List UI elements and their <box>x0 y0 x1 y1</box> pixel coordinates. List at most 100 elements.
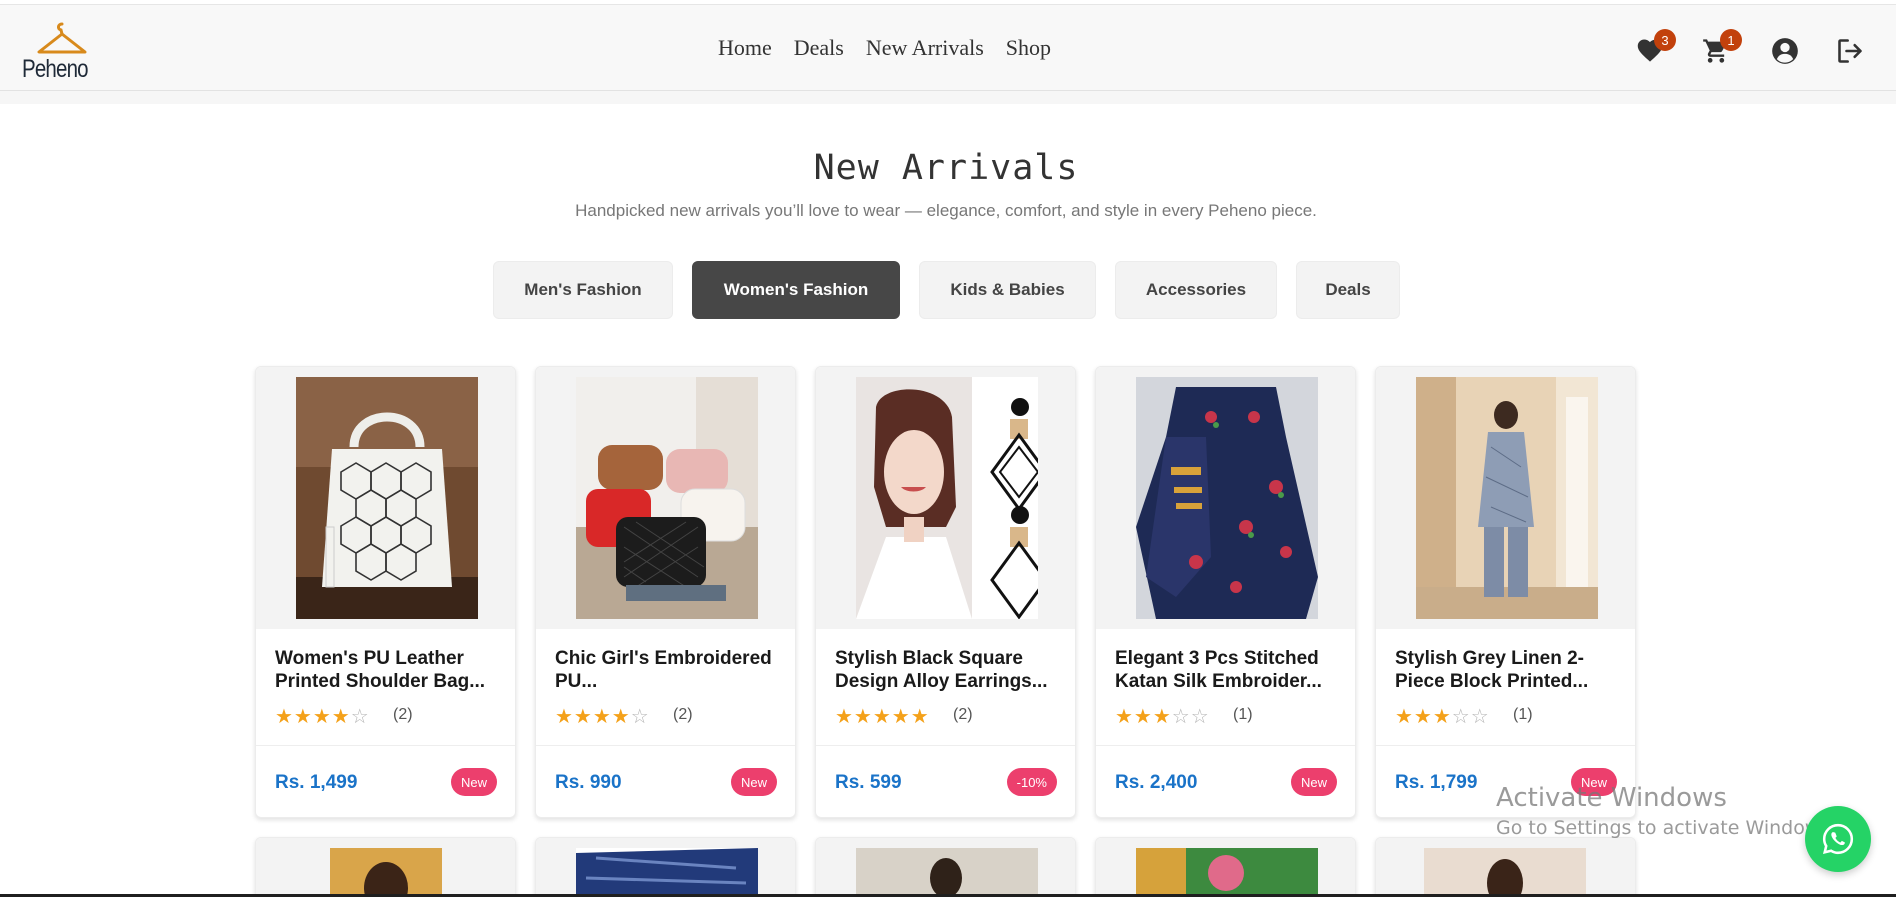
star-rating: ★★★★☆ <box>555 704 650 729</box>
windows-activation-watermark: Activate Windows Go to Settings to activ… <box>1496 783 1836 839</box>
product-card[interactable]: Stylish Grey Linen 2-Piece Block Printed… <box>1375 366 1636 818</box>
product-image[interactable] <box>330 848 442 896</box>
product-price: Rs. 599 <box>835 772 902 793</box>
tab-deals[interactable]: Deals <box>1296 261 1400 319</box>
review-count: (1) <box>1513 706 1533 723</box>
product-name[interactable]: Elegant 3 Pcs Stitched Katan Silk Embroi… <box>1115 647 1340 693</box>
star-filled-icon: ★★★ <box>1395 706 1452 728</box>
star-filled-icon: ★★★★★ <box>835 706 930 728</box>
product-badge: New <box>730 768 777 796</box>
product-card[interactable] <box>255 837 516 897</box>
product-price: Rs. 1,799 <box>1395 772 1478 793</box>
product-image[interactable] <box>1136 848 1318 896</box>
logo-text: Peheno <box>22 55 89 83</box>
product-image[interactable] <box>576 848 758 896</box>
product-image-area <box>256 367 515 629</box>
star-filled-icon: ★★★★ <box>275 706 351 728</box>
section-subtitle: Handpicked new arrivals you’ll love to w… <box>575 201 1317 220</box>
product-image-area <box>816 367 1075 629</box>
review-count: (2) <box>953 706 973 723</box>
product-card[interactable]: Stylish Black Square Design Alloy Earrin… <box>815 366 1076 818</box>
product-image-area <box>256 838 515 896</box>
whatsapp-button[interactable] <box>1805 806 1871 872</box>
watermark-line-2: Go to Settings to activate Windows. <box>1496 817 1837 839</box>
product-card[interactable] <box>815 837 1076 897</box>
product-card[interactable]: Chic Girl's Embroidered PU... ★★★★☆ (2) … <box>535 366 796 818</box>
star-rating: ★★★☆☆ <box>1115 704 1210 729</box>
nav-new-arrivals[interactable]: New Arrivals <box>866 35 984 61</box>
product-name[interactable]: Stylish Black Square Design Alloy Earrin… <box>835 647 1060 693</box>
nav-shop[interactable]: Shop <box>1006 35 1051 61</box>
card-divider <box>816 745 1075 746</box>
wishlist-count-badge: 3 <box>1654 29 1676 51</box>
product-image[interactable] <box>1424 848 1586 896</box>
review-count: (2) <box>393 706 413 723</box>
card-divider <box>1376 745 1635 746</box>
card-divider <box>256 745 515 746</box>
whatsapp-icon <box>1822 823 1854 855</box>
logo[interactable]: Peheno <box>22 18 102 83</box>
star-rating: ★★★★☆ <box>275 704 370 729</box>
navbar: Peheno Home Deals New Arrivals Shop 3 1 <box>0 5 1896 91</box>
star-empty-icon: ☆ <box>350 706 370 728</box>
product-image-area <box>1376 367 1635 629</box>
tab-kids-babies[interactable]: Kids & Babies <box>919 261 1096 319</box>
category-tabs: Men's Fashion Women's Fashion Kids & Bab… <box>493 261 1419 319</box>
tab-accessories[interactable]: Accessories <box>1115 261 1277 319</box>
product-image-area <box>816 838 1075 896</box>
product-badge: -10% <box>1006 768 1057 796</box>
product-image-area <box>536 367 795 629</box>
product-price: Rs. 1,499 <box>275 772 358 793</box>
product-image-area <box>536 838 795 896</box>
product-price: Rs. 2,400 <box>1115 772 1198 793</box>
card-divider <box>536 745 795 746</box>
cart-count-badge: 1 <box>1720 29 1742 51</box>
product-card[interactable] <box>535 837 796 897</box>
review-count: (2) <box>673 706 693 723</box>
hanger-logo-icon <box>37 22 87 54</box>
section-title: New Arrivals <box>813 148 1079 188</box>
product-image[interactable] <box>856 848 1038 896</box>
product-name[interactable]: Stylish Grey Linen 2-Piece Block Printed… <box>1395 647 1620 693</box>
star-empty-icon: ☆☆ <box>1451 706 1490 728</box>
logout-button[interactable] <box>1836 37 1868 69</box>
product-card[interactable] <box>1095 837 1356 897</box>
star-rating: ★★★★★ <box>835 704 930 729</box>
star-filled-icon: ★★★ <box>1115 706 1172 728</box>
nav-shadow-strip <box>0 91 1896 104</box>
product-image[interactable] <box>1416 377 1598 619</box>
product-image-area <box>1376 838 1635 896</box>
product-image[interactable] <box>296 377 478 619</box>
cart-button[interactable]: 1 <box>1702 29 1742 69</box>
product-image-area <box>1096 838 1355 896</box>
wishlist-button[interactable]: 3 <box>1636 29 1676 69</box>
product-price: Rs. 990 <box>555 772 622 793</box>
star-empty-icon: ☆ <box>630 706 650 728</box>
user-circle-icon <box>1772 38 1798 64</box>
tab-mens-fashion[interactable]: Men's Fashion <box>493 261 673 319</box>
account-button[interactable] <box>1771 37 1803 69</box>
product-card[interactable]: Women's PU Leather Printed Shoulder Bag.… <box>255 366 516 818</box>
product-image[interactable] <box>576 377 758 619</box>
main-nav: Home Deals New Arrivals Shop <box>718 35 1073 61</box>
nav-deals[interactable]: Deals <box>794 35 844 61</box>
product-badge: New <box>450 768 497 796</box>
product-image[interactable] <box>1136 377 1318 619</box>
product-image[interactable] <box>856 377 1038 619</box>
product-name[interactable]: Chic Girl's Embroidered PU... <box>555 647 780 693</box>
star-filled-icon: ★★★★ <box>555 706 631 728</box>
logout-icon <box>1838 39 1862 63</box>
product-card[interactable] <box>1375 837 1636 897</box>
page: Peheno Home Deals New Arrivals Shop 3 1 <box>0 0 1896 897</box>
watermark-line-1: Activate Windows <box>1496 783 1727 813</box>
nav-home[interactable]: Home <box>718 35 772 61</box>
product-image-area <box>1096 367 1355 629</box>
review-count: (1) <box>1233 706 1253 723</box>
card-divider <box>1096 745 1355 746</box>
tab-womens-fashion[interactable]: Women's Fashion <box>692 261 900 319</box>
star-rating: ★★★☆☆ <box>1395 704 1490 729</box>
product-badge: New <box>1290 768 1337 796</box>
product-card[interactable]: Elegant 3 Pcs Stitched Katan Silk Embroi… <box>1095 366 1356 818</box>
star-empty-icon: ☆☆ <box>1171 706 1210 728</box>
product-name[interactable]: Women's PU Leather Printed Shoulder Bag.… <box>275 647 500 693</box>
